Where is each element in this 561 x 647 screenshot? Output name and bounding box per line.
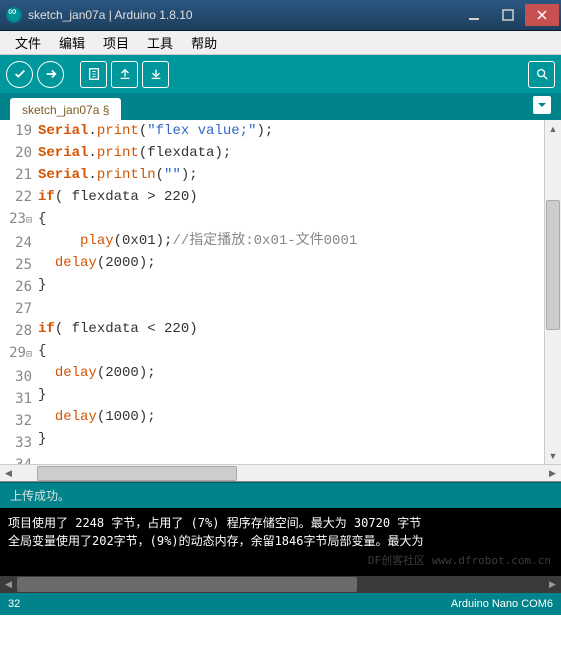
menubar: 文件 编辑 项目 工具 帮助 xyxy=(0,31,561,55)
console-line: 项目使用了 2248 字节，占用了 (7%) 程序存储空间。最大为 30720 … xyxy=(8,514,553,532)
menu-sketch[interactable]: 项目 xyxy=(94,30,138,55)
console-scroll-left[interactable]: ◀ xyxy=(0,579,17,590)
tab-sketch[interactable]: sketch_jan07a § xyxy=(10,98,121,120)
status-board: Arduino Nano COM6 xyxy=(451,598,553,610)
watermark: DF创客社区 www.dfrobot.com.cn xyxy=(368,552,551,570)
code-area[interactable]: Serial.print("flex value;");Serial.print… xyxy=(38,120,544,464)
new-button[interactable] xyxy=(80,61,107,88)
tabbar: sketch_jan07a § xyxy=(0,93,561,120)
maximize-button[interactable] xyxy=(491,4,525,26)
console[interactable]: 项目使用了 2248 字节，占用了 (7%) 程序存储空间。最大为 30720 … xyxy=(0,508,561,576)
statusbar: 32 Arduino Nano COM6 xyxy=(0,593,561,615)
tab-menu-button[interactable] xyxy=(533,96,551,114)
upload-status: 上传成功。 xyxy=(0,482,561,508)
menu-file[interactable]: 文件 xyxy=(6,30,50,55)
open-button[interactable] xyxy=(111,61,138,88)
minimize-button[interactable] xyxy=(457,4,491,26)
toolbar xyxy=(0,55,561,93)
status-line: 32 xyxy=(8,598,451,610)
menu-help[interactable]: 帮助 xyxy=(182,30,226,55)
editor-wrap: 1920212223⊟242526272829⊟3031323334 Seria… xyxy=(0,120,561,482)
menu-tools[interactable]: 工具 xyxy=(138,30,182,55)
console-scroll-right[interactable]: ▶ xyxy=(544,579,561,590)
app-icon xyxy=(6,7,22,23)
menu-edit[interactable]: 编辑 xyxy=(50,30,94,55)
serial-monitor-button[interactable] xyxy=(528,61,555,88)
horizontal-scrollbar[interactable]: ◀ ▶ xyxy=(0,464,561,481)
verify-button[interactable] xyxy=(6,61,33,88)
scroll-right-arrow[interactable]: ▶ xyxy=(544,468,561,479)
line-gutter: 1920212223⊟242526272829⊟3031323334 xyxy=(0,120,38,464)
code-editor[interactable]: 1920212223⊟242526272829⊟3031323334 Seria… xyxy=(0,120,561,464)
scroll-up-arrow[interactable]: ▲ xyxy=(545,120,561,137)
vertical-scrollbar[interactable]: ▲ ▼ xyxy=(544,120,561,464)
scroll-down-arrow[interactable]: ▼ xyxy=(545,447,561,464)
upload-button[interactable] xyxy=(37,61,64,88)
console-scrollbar[interactable]: ◀ ▶ xyxy=(0,576,561,593)
titlebar: sketch_jan07a | Arduino 1.8.10 xyxy=(0,0,561,31)
save-button[interactable] xyxy=(142,61,169,88)
console-line: 全局变量使用了202字节，(9%)的动态内存，余留1846字节局部变量。最大为 xyxy=(8,532,553,550)
close-button[interactable] xyxy=(525,4,559,26)
console-scroll-thumb[interactable] xyxy=(17,577,357,592)
scroll-left-arrow[interactable]: ◀ xyxy=(0,468,17,479)
vertical-scroll-thumb[interactable] xyxy=(546,200,560,330)
window-title: sketch_jan07a | Arduino 1.8.10 xyxy=(28,8,457,22)
horizontal-scroll-thumb[interactable] xyxy=(37,466,237,481)
